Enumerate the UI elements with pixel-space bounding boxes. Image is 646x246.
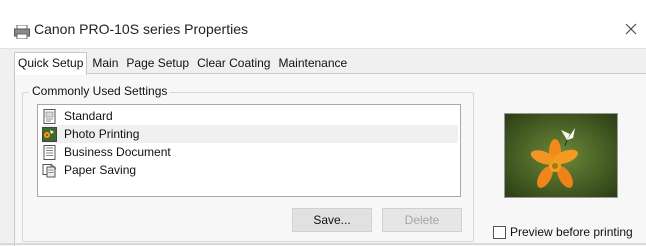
- commonly-used-settings-label: Commonly Used Settings: [29, 84, 171, 98]
- list-item-standard[interactable]: Standard: [42, 107, 458, 125]
- flower-photo: [505, 114, 617, 197]
- paper-saving-icon: [42, 163, 57, 177]
- list-item-label: Business Document: [64, 145, 171, 159]
- close-icon: [625, 23, 637, 35]
- preview-checkbox[interactable]: [493, 225, 506, 239]
- tab-clear-coating[interactable]: Clear Coating: [194, 52, 273, 74]
- list-item-photo-printing[interactable]: Photo Printing: [42, 125, 458, 143]
- standard-settings-icon: [43, 108, 56, 124]
- preview-checkbox-label: Preview before printing: [510, 225, 633, 239]
- properties-dialog: Canon PRO-10S series Properties Quick Se…: [0, 0, 646, 246]
- delete-button[interactable]: Delete: [382, 208, 462, 232]
- save-button[interactable]: Save...: [292, 208, 372, 232]
- print-preview-image: [504, 113, 618, 198]
- preview-before-printing-option[interactable]: Preview before printing: [493, 225, 633, 239]
- tab-page-setup[interactable]: Page Setup: [123, 52, 192, 74]
- photo-printing-icon: [42, 126, 57, 142]
- tab-strip: Quick Setup Main Page Setup Clear Coatin…: [14, 52, 352, 75]
- commonly-used-settings-list[interactable]: Standard Photo Printing Business Documen…: [37, 104, 461, 197]
- business-document-icon: [43, 144, 56, 160]
- list-item-label: Paper Saving: [64, 163, 137, 177]
- list-item-paper-saving[interactable]: Paper Saving: [42, 161, 458, 179]
- printer-icon: [14, 25, 30, 39]
- tab-quick-setup[interactable]: Quick Setup: [14, 52, 88, 75]
- tab-main[interactable]: Main: [89, 52, 121, 74]
- window-title: Canon PRO-10S series Properties: [34, 21, 248, 37]
- tab-maintenance[interactable]: Maintenance: [275, 52, 350, 74]
- title-bar: Canon PRO-10S series Properties: [0, 0, 646, 49]
- list-item-business-document[interactable]: Business Document: [42, 143, 458, 161]
- list-item-label: Standard: [64, 109, 113, 123]
- close-button[interactable]: [618, 16, 644, 42]
- list-item-label: Photo Printing: [64, 127, 140, 141]
